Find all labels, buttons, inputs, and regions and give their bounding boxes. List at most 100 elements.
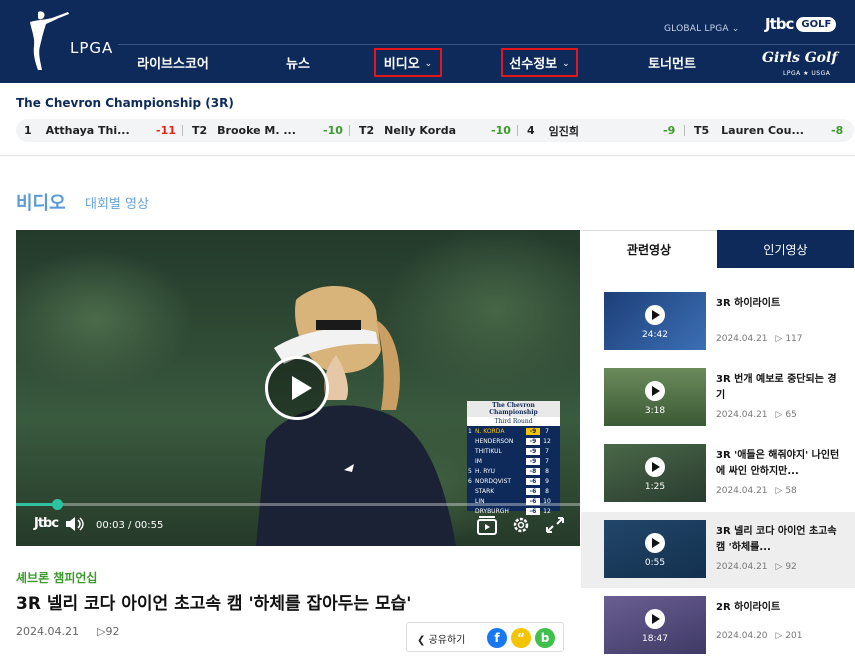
nav-label: 선수정보 — [509, 57, 558, 72]
video-duration: 24:42 — [642, 330, 668, 340]
scoreboard-thru: 8 — [545, 467, 549, 475]
scoreboard-thru: 7 — [545, 427, 549, 435]
leaderboard-entry[interactable]: T5 Lauren Cou... — [694, 119, 804, 142]
leaderboard-player-name: Brooke M. ... — [217, 124, 296, 137]
video-category-link[interactable]: 셰브론 챔피언십 — [16, 569, 97, 586]
leaderboard-position: 4 — [527, 124, 535, 137]
jtbc-golf-logo[interactable]: Jtbc GOLF — [765, 14, 837, 34]
facebook-share-icon[interactable]: f — [487, 628, 507, 648]
scoreboard-row: THITIKUL -9 7 — [467, 446, 560, 456]
progress-track[interactable] — [16, 503, 580, 506]
video-thumbnail: 24:42 — [604, 292, 706, 350]
related-video-views: ▷ 58 — [775, 486, 797, 496]
scoreboard-name: STARK — [475, 487, 495, 495]
related-video-date: 2024.04.21 — [716, 486, 768, 496]
video-player[interactable]: The Chevron Championship Third Round 1 N… — [16, 230, 580, 546]
video-thumbnail: 18:47 — [604, 596, 706, 654]
nav-item-livescore[interactable]: 라이브스코어 — [128, 48, 218, 77]
video-thumbnail: 0:55 — [604, 520, 706, 578]
leaderboard-title[interactable]: The Chevron Championship (3R) — [16, 96, 234, 110]
section-divider — [0, 155, 855, 156]
tab-popular-videos[interactable]: 인기영상 — [717, 230, 854, 268]
related-video-views: ▷ 92 — [775, 562, 797, 572]
related-video-item[interactable]: 24:42 3R 하이라이트 2024.04.21 ▷ 117 — [581, 284, 855, 360]
nav-item-news[interactable]: 뉴스 — [268, 48, 328, 77]
nav-item-tournament[interactable]: 토너먼트 — [632, 48, 712, 77]
scoreboard-name: THITIKUL — [475, 447, 502, 455]
video-duration: 1:25 — [644, 482, 666, 492]
leaderboard-player-name: Nelly Korda — [384, 124, 456, 137]
settings-gear-icon[interactable] — [510, 515, 532, 535]
current-time: 00:03 — [96, 520, 125, 531]
chevron-down-icon: ⌄ — [731, 24, 740, 34]
video-thumbnail: 1:25 — [604, 444, 706, 502]
scoreboard-name: N. KORDA — [475, 427, 505, 435]
playlist-icon[interactable] — [476, 515, 498, 535]
duration: 00:55 — [134, 520, 164, 531]
lpga-logo[interactable]: LPGA — [16, 8, 116, 78]
video-duration: 18:47 — [642, 634, 668, 644]
scoreboard-row: HENDERSON -9 12 — [467, 436, 560, 446]
page-subtitle-link[interactable]: 대회별 영상 — [85, 193, 149, 212]
kakaotalk-share-icon[interactable]: “ — [511, 628, 531, 648]
leaderboard-position: T2 — [359, 124, 375, 137]
scoreboard-score: -9 — [526, 457, 540, 465]
share-bar: ❮ 공유하기 f “ b — [406, 622, 564, 652]
leaderboard-score: -11 — [156, 124, 176, 137]
nav-divider — [118, 44, 855, 45]
video-duration: 3:18 — [644, 406, 666, 416]
related-video-meta: 2024.04.20 ▷ 201 — [716, 631, 803, 641]
leaderboard-entry[interactable]: T2 Nelly Korda — [359, 119, 456, 142]
page-title: 비디오 — [16, 193, 66, 214]
leaderboard-score: -10 — [491, 124, 511, 137]
lpga-golfer-silhouette-icon — [30, 11, 69, 70]
leaderboard-entry[interactable]: 4 임진희 — [527, 119, 579, 142]
progress-handle[interactable] — [52, 499, 63, 510]
fullscreen-icon[interactable] — [544, 515, 566, 535]
global-lpga-link[interactable]: GLOBAL LPGA ⌄ — [664, 24, 740, 34]
related-video-meta: 2024.04.21 ▷ 117 — [716, 334, 803, 344]
play-button[interactable] — [265, 356, 329, 420]
related-video-item[interactable]: 18:47 2R 하이라이트 2024.04.20 ▷ 201 — [581, 588, 855, 664]
leaderboard-entry[interactable]: T2 Brooke M. ... — [192, 119, 296, 142]
nav-label: 뉴스 — [286, 57, 310, 72]
scoreboard-row: IM -9 7 — [467, 456, 560, 466]
leaderboard-bar[interactable]: 1 Atthaya Thi... -11 T2 Brooke M. ... -1… — [16, 119, 854, 142]
nav-item-video[interactable]: 비디오 ⌄ — [374, 48, 442, 77]
share-icon: ❮ — [417, 635, 426, 646]
scoreboard-pos: 5 — [468, 467, 472, 475]
scoreboard-score: -6 — [526, 477, 540, 485]
nav-item-player-info[interactable]: 선수정보 ⌄ — [501, 48, 578, 77]
video-view-count: ▷92 — [97, 625, 120, 638]
scoreboard-row: STARK -6 8 — [467, 486, 560, 496]
nav-label: 토너먼트 — [648, 57, 696, 72]
related-video-meta: 2024.04.21 ▷ 65 — [716, 410, 797, 420]
related-video-title: 3R 넬리 코다 아이언 초고속 캠 '하체를... — [716, 526, 837, 553]
leaderboard-entry[interactable]: 1 Atthaya Thi... — [24, 119, 130, 142]
volume-icon[interactable] — [64, 516, 86, 532]
player-time: 00:03 / 00:55 — [96, 520, 164, 531]
leaderboard-position: T5 — [694, 124, 710, 137]
related-video-item[interactable]: 3:18 3R 번개 예보로 중단되는 경기 2024.04.21 ▷ 65 — [581, 360, 855, 436]
band-share-icon[interactable]: b — [535, 628, 555, 648]
player-jtbc-logo: Jtbc — [34, 516, 59, 531]
video-title: 3R 넬리 코다 아이언 초고속 캠 '하체를 잡아두는 모습' — [16, 594, 412, 614]
share-button[interactable]: ❮ 공유하기 — [417, 631, 465, 646]
related-video-title: 3R '애들은 해줘야지' 나인턴에 싸인 안하지만... — [716, 450, 840, 477]
play-icon — [645, 305, 665, 325]
share-label: 공유하기 — [428, 635, 466, 646]
nav-label: 비디오 — [383, 57, 420, 72]
scoreboard-score: -6 — [526, 487, 540, 495]
video-duration: 0:55 — [644, 558, 666, 568]
scoreboard-row: 6 NORDQVIST -6 9 — [467, 476, 560, 486]
leaderboard-separator — [517, 125, 518, 136]
scoreboard-thru: 12 — [543, 437, 551, 445]
scoreboard-row: 5 H. RYU -8 8 — [467, 466, 560, 476]
related-video-item-active[interactable]: 0:55 3R 넬리 코다 아이언 초고속 캠 '하체를... 2024.04.… — [581, 512, 855, 588]
related-video-item[interactable]: 1:25 3R '애들은 해줘야지' 나인턴에 싸인 안하지만... 2024.… — [581, 436, 855, 512]
related-video-title: 2R 하이라이트 — [716, 602, 781, 613]
play-icon — [645, 457, 665, 477]
related-video-date: 2024.04.20 — [716, 631, 768, 641]
tab-related-videos[interactable]: 관련영상 — [581, 230, 717, 268]
girls-golf-logo[interactable]: Girls Golf — [762, 50, 837, 66]
